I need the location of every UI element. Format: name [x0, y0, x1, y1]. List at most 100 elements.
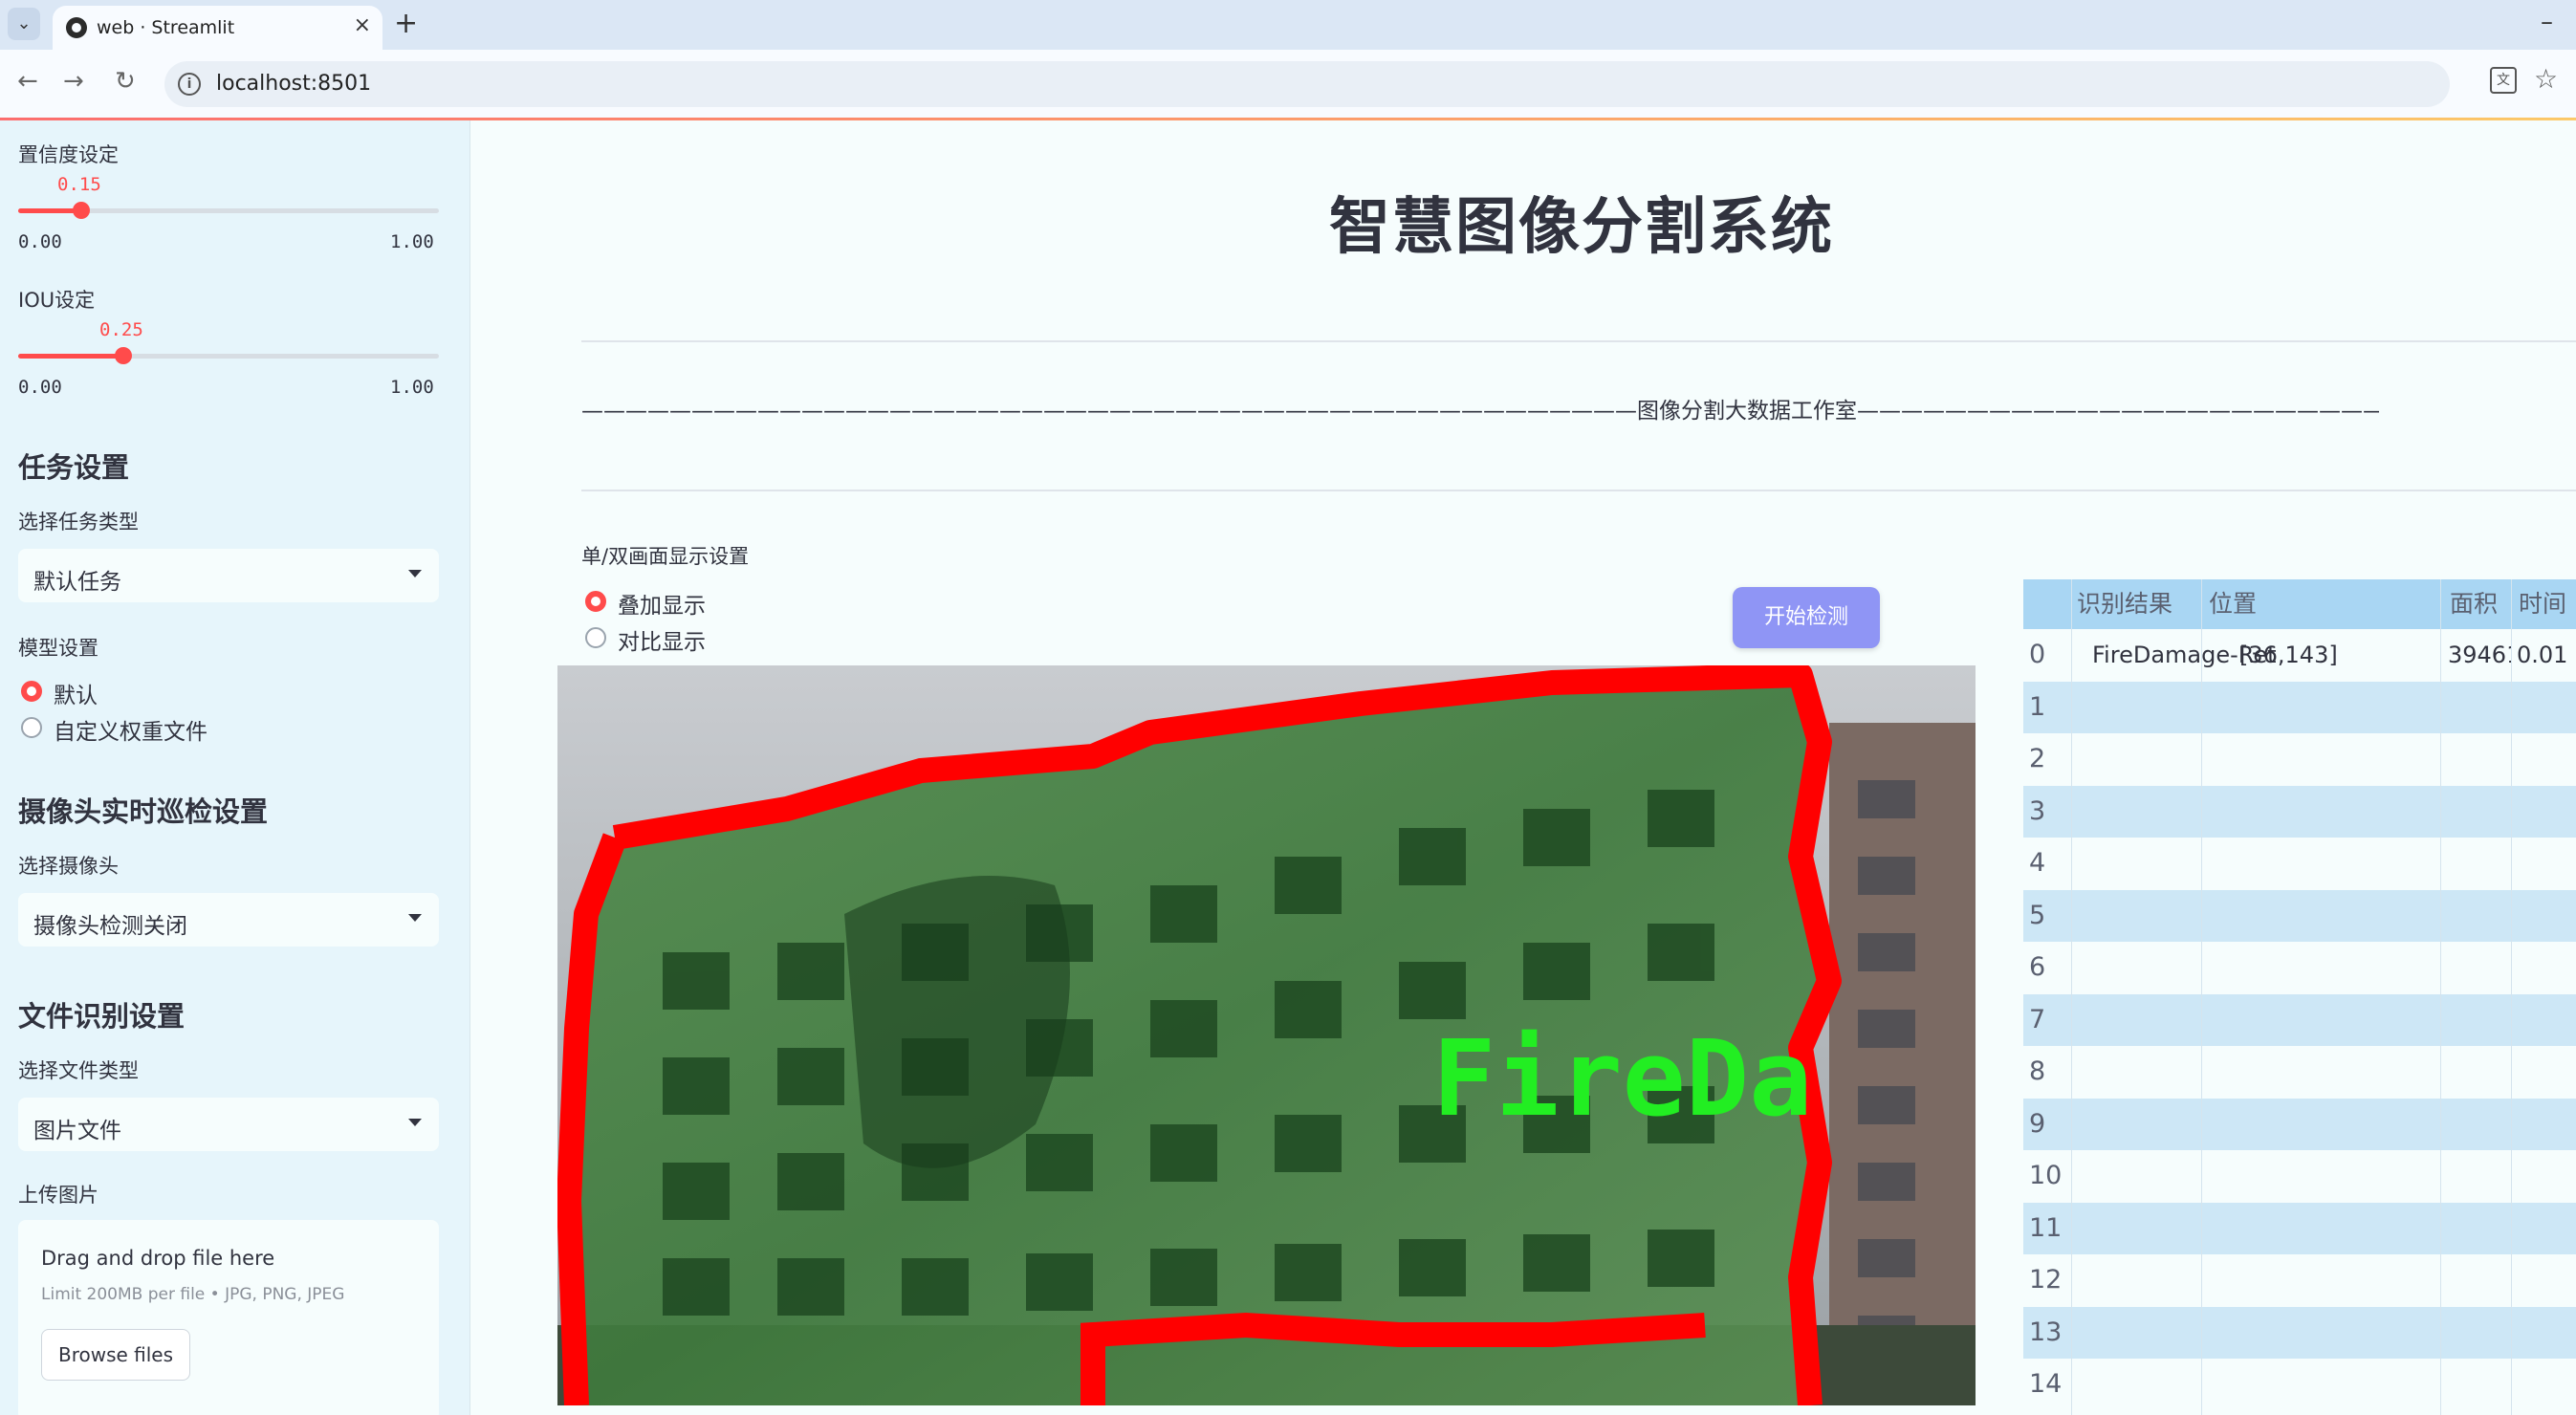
cell-position — [2239, 1359, 2440, 1411]
divider-line — [581, 340, 2576, 342]
window-minimize-icon[interactable]: – — [2541, 8, 2553, 36]
cell-position — [2239, 994, 2440, 1047]
iou-slider[interactable] — [18, 347, 439, 364]
header-area[interactable]: 面积 — [2450, 579, 2517, 629]
cell-area — [2448, 1254, 2511, 1307]
right-building — [1829, 723, 1976, 1405]
start-detection-button[interactable]: 开始检测 — [1733, 587, 1880, 648]
table-row[interactable]: 5 — [2023, 889, 2576, 943]
translate-icon[interactable]: 文 — [2490, 67, 2517, 94]
cell-area — [2448, 733, 2511, 786]
confidence-value: 0.15 — [57, 174, 101, 195]
browse-files-button[interactable]: Browse files — [41, 1329, 190, 1381]
file-type-value: 图片文件 — [33, 1119, 121, 1143]
cell-position — [2239, 890, 2440, 943]
model-default-label[interactable]: 默认 — [54, 677, 98, 709]
iou-slider-fill — [18, 354, 123, 359]
upload-limit: Limit 200MB per file • JPG, PNG, JPEG — [41, 1285, 345, 1304]
iou-max: 1.00 — [390, 377, 434, 398]
tab-search-menu-icon[interactable]: ⌄ — [8, 8, 40, 40]
confidence-label: 置信度设定 — [18, 143, 119, 166]
cell-area — [2448, 838, 2511, 890]
overlay-display-label[interactable]: 叠加显示 — [618, 587, 706, 620]
new-tab-icon[interactable]: + — [394, 8, 418, 40]
column-separator — [2071, 579, 2072, 1415]
row-index: 2 — [2029, 744, 2046, 773]
cell-area — [2448, 890, 2511, 943]
confidence-slider[interactable] — [18, 202, 439, 219]
table-row[interactable]: 4 — [2023, 838, 2576, 890]
cell-area — [2448, 1099, 2511, 1151]
column-separator — [2201, 579, 2202, 1415]
reload-icon[interactable]: ↻ — [115, 67, 136, 96]
row-index: 6 — [2029, 952, 2046, 982]
table-row[interactable]: 2 — [2023, 733, 2576, 786]
cell-area — [2448, 1150, 2511, 1203]
forward-arrow-icon[interactable]: → — [63, 67, 84, 96]
row-index: 1 — [2029, 691, 2046, 722]
compare-display-radio[interactable] — [585, 627, 606, 648]
tab-title: web · Streamlit — [97, 17, 235, 38]
cell-time — [2517, 942, 2576, 994]
header-time[interactable]: 时间 — [2519, 579, 2576, 629]
table-row[interactable]: 13 — [2023, 1306, 2576, 1360]
browser-tab[interactable]: web · Streamlit × — [53, 6, 382, 50]
back-arrow-icon[interactable]: ← — [17, 67, 38, 96]
model-custom-label[interactable]: 自定义权重文件 — [54, 713, 207, 746]
results-table[interactable]: 识别结果 位置 面积 时间 0 FireDamage-Ret [36,143] 394… — [2023, 579, 2576, 1415]
site-info-icon[interactable]: i — [178, 73, 201, 96]
table-row[interactable]: 11 — [2023, 1202, 2576, 1255]
streamlit-favicon-icon — [66, 17, 87, 38]
table-row[interactable]: 9 — [2023, 1098, 2576, 1151]
row-index: 10 — [2029, 1161, 2063, 1190]
model-default-radio[interactable] — [21, 681, 42, 702]
header-result[interactable]: 识别结果 — [2077, 579, 2190, 629]
table-row[interactable]: 0FireDamage-Ret[36,143]394610.01 — [2023, 629, 2576, 682]
cell-position — [2239, 786, 2440, 838]
table-row[interactable]: 8 — [2023, 1046, 2576, 1099]
cell-position — [2239, 682, 2440, 734]
task-type-label: 选择任务类型 — [18, 511, 139, 533]
file-type-select[interactable]: 图片文件 — [18, 1098, 439, 1151]
model-custom-radio[interactable] — [21, 717, 42, 738]
cell-position — [2239, 838, 2440, 890]
table-row[interactable]: 1 — [2023, 681, 2576, 734]
confidence-slider-thumb[interactable] — [73, 202, 90, 219]
camera-select-label: 选择摄像头 — [18, 855, 119, 878]
file-uploader-dropzone[interactable]: Drag and drop file here Limit 200MB per … — [18, 1220, 439, 1415]
model-settings-label: 模型设置 — [18, 637, 98, 660]
cell-position — [2239, 1099, 2440, 1151]
table-row[interactable]: 14 — [2023, 1359, 2576, 1411]
cell-position — [2239, 1254, 2440, 1307]
cell-time — [2517, 1203, 2576, 1255]
segmentation-result-image: FireDa — [557, 665, 1976, 1405]
segmentation-overlay-svg: FireDa — [557, 665, 1976, 1405]
header-position[interactable]: 位置 — [2209, 579, 2429, 629]
tab-close-icon[interactable]: × — [354, 13, 371, 37]
table-row[interactable]: 6 — [2023, 942, 2576, 994]
cell-area — [2448, 1203, 2511, 1255]
detection-label: FireDa — [1432, 1017, 1812, 1140]
cell-time — [2517, 1359, 2576, 1411]
url-text[interactable]: localhost:8501 — [216, 72, 371, 96]
file-settings-heading: 文件识别设置 — [18, 1000, 186, 1033]
cell-position — [2239, 733, 2440, 786]
iou-slider-thumb[interactable] — [115, 347, 132, 364]
table-row[interactable]: 10 — [2023, 1150, 2576, 1203]
studio-divider-text: ————————————————————————————————————————… — [581, 399, 2379, 424]
iou-label: IOU设定 — [18, 289, 96, 312]
cell-time: 0.01 — [2517, 642, 2568, 668]
overlay-display-radio[interactable] — [585, 591, 606, 612]
table-row[interactable]: 7 — [2023, 993, 2576, 1047]
bookmark-star-icon[interactable]: ☆ — [2534, 63, 2558, 95]
address-bar[interactable]: i localhost:8501 — [164, 61, 2450, 107]
table-row[interactable]: 12 — [2023, 1254, 2576, 1307]
compare-display-label[interactable]: 对比显示 — [618, 623, 706, 656]
cell-position — [2239, 1046, 2440, 1099]
table-row[interactable]: 3 — [2023, 785, 2576, 838]
cell-position — [2239, 1307, 2440, 1360]
task-type-select[interactable]: 默认任务 — [18, 549, 439, 602]
display-mode-label: 单/双画面显示设置 — [581, 545, 750, 568]
camera-select[interactable]: 摄像头检测关闭 — [18, 893, 439, 947]
confidence-max: 1.00 — [390, 231, 434, 252]
